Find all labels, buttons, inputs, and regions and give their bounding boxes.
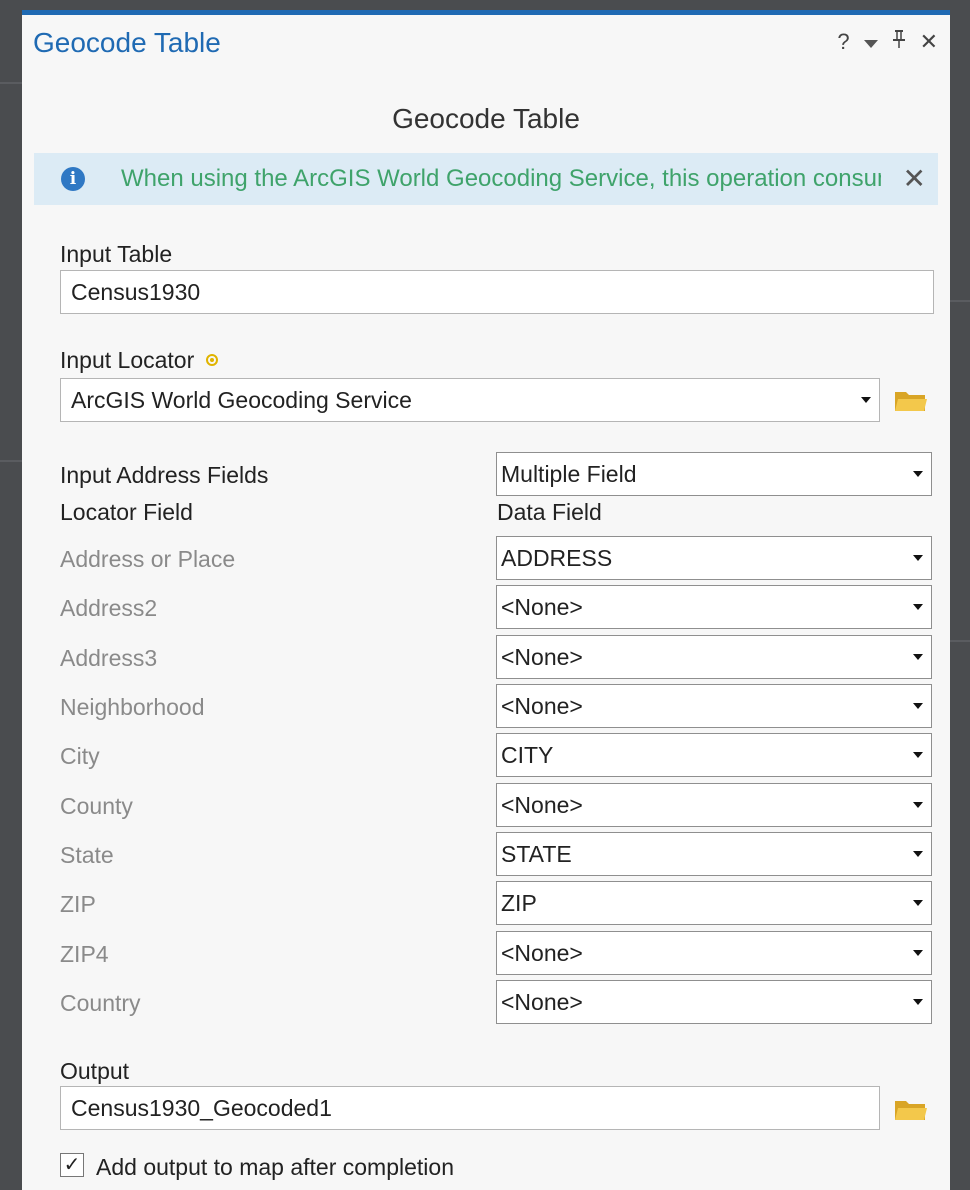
field-map-data-dropdown[interactable]: <None> — [496, 585, 932, 629]
field-map-locator-label: State — [60, 842, 114, 868]
info-banner: i When using the ArcGIS World Geocoding … — [34, 153, 938, 205]
field-map-data-value: <None> — [501, 644, 583, 670]
input-locator-label-row: Input Locator — [60, 347, 219, 374]
close-pane-icon[interactable]: ✕ — [920, 29, 938, 55]
field-map-data-dropdown[interactable]: <None> — [496, 684, 932, 728]
map-background-line — [950, 300, 970, 302]
field-map-data-dropdown[interactable]: ADDRESS — [496, 536, 932, 580]
pane-title: Geocode Table — [33, 27, 221, 58]
browse-folder-icon[interactable] — [894, 387, 928, 413]
field-map-locator-label: County — [60, 793, 133, 819]
field-map-data-value: <None> — [501, 594, 583, 620]
field-map-data-value: <None> — [501, 693, 583, 719]
chevron-down-icon — [913, 802, 923, 808]
field-map-locator-label: ZIP4 — [60, 941, 109, 967]
field-map-data-dropdown[interactable]: CITY — [496, 733, 932, 777]
field-map-data-dropdown[interactable]: <None> — [496, 635, 932, 679]
pane-menu-icon[interactable] — [863, 40, 878, 48]
chevron-down-icon — [913, 851, 923, 857]
field-map-data-dropdown[interactable]: <None> — [496, 980, 932, 1024]
field-map-locator-label: Neighborhood — [60, 694, 205, 720]
input-table-field[interactable]: Census1930 — [60, 270, 934, 314]
field-map-data-value: ADDRESS — [501, 545, 613, 571]
input-locator-label: Input Locator — [60, 347, 195, 373]
field-map-locator-label: City — [60, 743, 100, 769]
output-label: Output — [60, 1058, 130, 1084]
help-icon[interactable]: ? — [837, 29, 849, 55]
chevron-down-icon — [913, 555, 923, 561]
field-map-locator-label: Address2 — [60, 595, 158, 621]
tool-title: Geocode Table — [392, 103, 580, 134]
map-background-line — [0, 82, 22, 84]
chevron-down-icon — [913, 752, 923, 758]
chevron-down-icon — [913, 950, 923, 956]
chevron-down-icon — [913, 900, 923, 906]
field-map-locator-label: Address or Place — [60, 546, 236, 572]
field-map-data-dropdown[interactable]: <None> — [496, 783, 932, 827]
map-background-line — [950, 640, 970, 642]
address-fields-value: Multiple Field — [501, 461, 637, 487]
field-map-data-value: <None> — [501, 940, 583, 966]
chevron-down-icon — [861, 397, 871, 403]
field-map-locator-label: ZIP — [60, 891, 96, 917]
input-locator-value: ArcGIS World Geocoding Service — [71, 387, 412, 413]
chevron-down-icon — [913, 654, 923, 660]
field-map-locator-label: Address3 — [60, 645, 158, 671]
chevron-down-icon — [913, 471, 923, 477]
chevron-down-icon — [913, 999, 923, 1005]
required-indicator-icon — [206, 353, 219, 366]
chevron-down-icon — [913, 703, 923, 709]
field-map-data-value: ZIP — [501, 890, 537, 916]
field-map-data-dropdown[interactable]: <None> — [496, 931, 932, 975]
field-map-data-value: CITY — [501, 742, 554, 768]
add-to-map-checkbox[interactable]: ✓ — [60, 1153, 84, 1177]
address-fields-dropdown[interactable]: Multiple Field — [496, 452, 932, 496]
field-map-data-value: STATE — [501, 841, 572, 867]
data-field-header: Data Field — [497, 499, 602, 525]
info-message: When using the ArcGIS World Geocoding Se… — [121, 165, 881, 192]
locator-field-header: Locator Field — [60, 499, 193, 525]
field-map-data-value: <None> — [501, 792, 583, 818]
address-fields-label: Input Address Fields — [60, 462, 269, 488]
info-icon: i — [61, 167, 85, 191]
pin-icon[interactable] — [892, 29, 906, 55]
chevron-down-icon — [913, 604, 923, 610]
output-field[interactable]: Census1930_Geocoded1 — [60, 1086, 880, 1130]
map-background-line — [0, 460, 22, 462]
geoprocessing-pane: Geocode Table ? ✕ Geocode Table i When u… — [22, 10, 950, 1190]
pane-controls: ? ✕ — [837, 29, 938, 55]
field-map-data-dropdown[interactable]: STATE — [496, 832, 932, 876]
dismiss-banner-icon[interactable]: ✕ — [903, 162, 926, 195]
input-table-label: Input Table — [60, 241, 173, 267]
field-map-data-dropdown[interactable]: ZIP — [496, 881, 932, 925]
add-to-map-label: Add output to map after completion — [96, 1154, 454, 1180]
field-map-data-value: <None> — [501, 989, 583, 1015]
field-map-locator-label: Country — [60, 990, 141, 1016]
browse-folder-icon[interactable] — [894, 1096, 928, 1122]
input-locator-dropdown[interactable]: ArcGIS World Geocoding Service — [60, 378, 880, 422]
